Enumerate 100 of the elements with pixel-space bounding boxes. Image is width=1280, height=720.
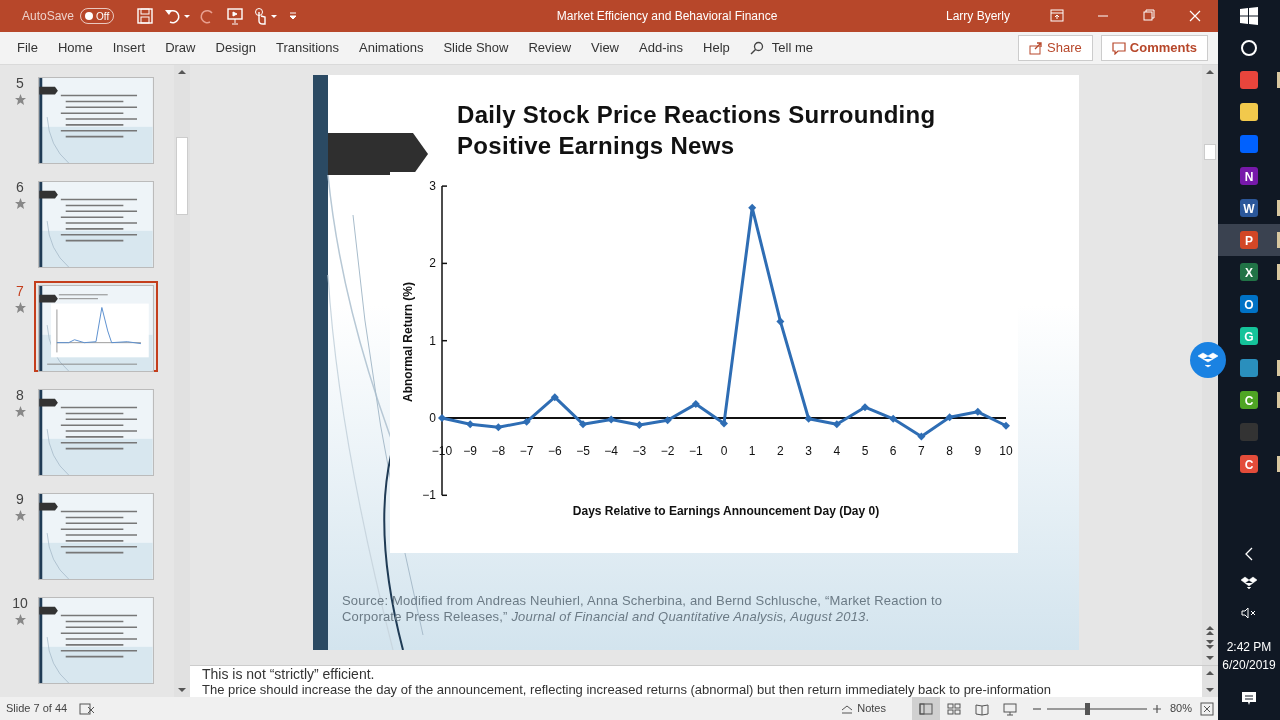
y-tick-label: 1 (429, 333, 436, 348)
notes-text: This is not “strictly” efficient. (202, 666, 376, 682)
data-point (579, 420, 587, 429)
slide-thumbnail[interactable] (38, 597, 154, 684)
data-point (973, 407, 982, 416)
slide-number: 6 (16, 178, 24, 197)
ribbon-tab[interactable]: Add-ins (629, 38, 694, 58)
clock-time[interactable]: 2:42 PM (1226, 638, 1272, 656)
slide-counter: Slide 7 of 44 (6, 701, 68, 717)
x-tick-label: 10 (999, 444, 1013, 458)
reading-view-icon (973, 701, 990, 716)
ribbon-tab[interactable]: Slide Show (433, 38, 519, 58)
star-icon (14, 406, 26, 417)
zoom-slider-thumb[interactable] (1084, 702, 1090, 715)
slide-thumbnail[interactable] (38, 389, 154, 476)
comments-button[interactable]: Comments (1100, 35, 1208, 61)
data-point (635, 420, 644, 429)
notes-icon (841, 703, 854, 714)
slide-thumbnail[interactable] (38, 493, 154, 580)
x-tick-label: 5 (861, 444, 869, 458)
data-point (748, 203, 757, 212)
slide-number: 8 (16, 386, 24, 405)
scrollbar-thumb[interactable] (176, 137, 188, 215)
x-tick-label: −5 (576, 444, 590, 458)
ribbon-tab[interactable]: File (7, 38, 48, 58)
fit-to-window-icon[interactable] (1200, 701, 1214, 716)
ribbon-tab[interactable]: Home (47, 38, 103, 58)
app-icon[interactable]: X (1240, 263, 1258, 281)
slide-thumbnail[interactable] (38, 77, 154, 164)
slide-title: Daily Stock Price Reactions Surrounding Positive Earnings News (457, 100, 937, 161)
data-point (438, 414, 446, 422)
x-axis-title: Days Relative to Earnings Announcement Day (Day 0) (572, 504, 880, 518)
ribbon-tab[interactable]: Transitions (265, 38, 350, 58)
star-icon (14, 614, 26, 625)
zoom-slider-track[interactable] (1046, 707, 1147, 710)
data-point (550, 393, 559, 402)
slide-number: 9 (16, 490, 24, 509)
presentation-icon[interactable] (226, 7, 245, 25)
scrollbar-thumb[interactable] (1204, 144, 1216, 160)
x-tick-label: 7 (918, 444, 925, 458)
slide-sorter-icon (945, 701, 962, 716)
app-icon[interactable]: P (1240, 231, 1258, 249)
x-tick-label: 0 (720, 444, 728, 458)
clock-date[interactable]: 6/20/2019 (1222, 656, 1276, 674)
x-tick-label: −3 (632, 444, 647, 458)
save-icon[interactable] (136, 7, 155, 25)
app-icon[interactable]: C (1240, 455, 1258, 473)
x-tick-label: 3 (805, 444, 812, 458)
tell-me-search[interactable]: Tell me (739, 38, 824, 58)
floating-app-icon[interactable] (1190, 342, 1226, 378)
ribbon-tab[interactable]: Review (518, 38, 582, 58)
x-tick-label: −4 (604, 444, 619, 458)
ribbon-tab[interactable]: Draw (155, 38, 206, 58)
touch-mode-icon[interactable] (252, 7, 279, 25)
star-icon (14, 510, 26, 521)
zoom-in-icon[interactable] (1151, 703, 1162, 714)
slide-number: 10 (12, 594, 28, 613)
accessibility-check-icon[interactable] (79, 701, 96, 716)
x-tick-label: −1 (688, 444, 703, 458)
data-point (889, 414, 898, 423)
comment-icon (1111, 41, 1126, 55)
tray-app-icon[interactable] (1241, 576, 1257, 590)
x-tick-label: 1 (748, 444, 756, 458)
y-tick-label: 2 (429, 256, 436, 271)
search-circle-icon[interactable] (1240, 39, 1258, 57)
share-button[interactable]: Share (1018, 35, 1093, 61)
ribbon-tab[interactable]: Animations (349, 38, 434, 58)
x-tick-label: −2 (660, 444, 675, 458)
undo-icon[interactable] (164, 7, 191, 25)
data-point (720, 419, 728, 428)
slide-number: 7 (16, 282, 24, 301)
search-icon (749, 41, 764, 55)
data-point (917, 432, 926, 441)
user-name: Larry Byerly (946, 8, 1010, 25)
data-point (522, 417, 531, 426)
app-icon[interactable]: O (1240, 295, 1258, 313)
share-icon (1029, 41, 1044, 55)
app-icon[interactable]: N (1240, 167, 1258, 185)
x-tick-label: −9 (463, 444, 478, 458)
autosave-label: AutoSave (22, 8, 75, 25)
data-point (804, 414, 813, 423)
app-icon[interactable]: W (1240, 199, 1258, 217)
view-button[interactable] (911, 697, 940, 720)
x-tick-label: 9 (974, 444, 982, 458)
y-axis-title: Abnormal Return (%) (401, 282, 415, 402)
data-point (1002, 421, 1010, 430)
notes-button[interactable]: Notes (835, 699, 892, 718)
slide-thumbnail[interactable] (38, 181, 154, 268)
ribbon-tab[interactable]: Insert (102, 38, 156, 58)
slide-thumbnail[interactable] (38, 285, 154, 372)
ribbon-tab[interactable]: View (581, 38, 629, 58)
ribbon-tab[interactable]: Design (205, 38, 266, 58)
ribbon-tab[interactable]: Help (693, 38, 740, 58)
star-icon (14, 302, 26, 313)
windows-start-icon[interactable] (1240, 7, 1258, 25)
zoom-level: 80% (1169, 701, 1192, 717)
muted-speaker-icon[interactable] (1241, 606, 1257, 620)
x-tick-label: 4 (833, 444, 841, 458)
notification-icon[interactable] (1241, 690, 1257, 706)
window-title: Market Efficiency and Behavioral Finance (555, 8, 779, 25)
